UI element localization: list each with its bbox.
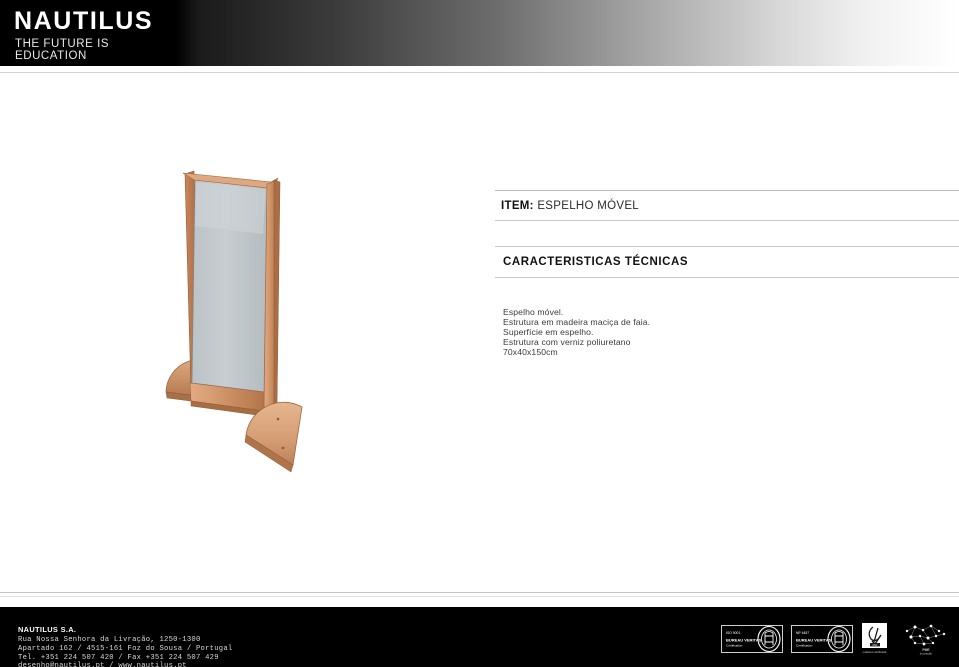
- section-bottom-divider: [495, 277, 959, 278]
- cert-code-text: NP 4457: [796, 631, 809, 635]
- cert-madeira-certificada: FSC madeira certificada: [861, 622, 891, 656]
- cert-code-text: ISO 9001: [726, 631, 740, 635]
- cert-sub-text: Certification: [796, 644, 813, 648]
- bureau-veritas-seal-icon: [827, 625, 851, 653]
- brand-logo-block: NAUTILUS THE FUTURE IS EDUCATION: [0, 0, 176, 66]
- header-divider: [0, 72, 959, 73]
- cert-pme-inovacao: PME inovação: [899, 622, 951, 656]
- technical-description: Espelho móvel. Estrutura em madeira maci…: [495, 307, 959, 357]
- cert-sub-text: madeira certificada: [863, 650, 887, 654]
- page-footer: NAUTILUS S.A. Rua Nossa Senhora da Livra…: [0, 607, 959, 667]
- footer-address-block: Rua Nossa Senhora da Livração, 1250-1300…: [18, 636, 232, 667]
- bureau-veritas-seal-icon: [757, 625, 781, 653]
- cert-iso-9001-bureau-veritas: ISO 9001 BUREAU VERITAS Certification: [721, 625, 783, 653]
- footer-address-line: Apartado 162 / 4515-161 Foz do Sousa / P…: [18, 644, 233, 653]
- description-line: Estrutura com verniz poliuretano: [503, 337, 631, 348]
- item-row: ITEM: ESPELHO MÓVEL: [495, 191, 959, 220]
- certification-logos: ISO 9001 BUREAU VERITAS Certification NP…: [721, 619, 951, 659]
- section-title: CARACTERISTICAS TÉCNICAS: [503, 256, 689, 268]
- cert-org-text: BUREAU VERITAS: [796, 638, 832, 643]
- description-line: Espelho móvel.: [503, 307, 564, 317]
- brand-name: NAUTILUS: [14, 7, 154, 35]
- panel-spacer: [495, 221, 959, 246]
- cert-sub-text: inovação: [920, 652, 933, 656]
- item-label: ITEM:: [501, 200, 534, 212]
- cert-org-text: BUREAU VERITAS: [726, 638, 762, 643]
- footer-contact-line: Tel. +351 224 507 420 / Fax +351 224 507…: [18, 653, 219, 662]
- description-line: Estrutura em madeira maciça de faia.: [503, 317, 651, 328]
- mirror-frame-right-post: [263, 179, 281, 412]
- mirror-glass: [191, 179, 268, 393]
- footer-company-name: NAUTILUS S.A.: [18, 625, 77, 634]
- product-datasheet-page: NAUTILUS THE FUTURE IS EDUCATION ITEM: E…: [0, 0, 959, 667]
- description-line: 70x40x150cm: [503, 347, 558, 358]
- cert-sub-text: Certification: [726, 644, 743, 648]
- brand-tagline: THE FUTURE IS EDUCATION: [15, 38, 110, 62]
- page-header: NAUTILUS THE FUTURE IS EDUCATION: [0, 0, 959, 66]
- mirror-illustration: [165, 170, 303, 473]
- product-image: [150, 160, 315, 480]
- footer-divider-bottom: [0, 596, 959, 597]
- description-line: Superfície em espelho.: [503, 327, 594, 338]
- item-value: ESPELHO MÓVEL: [537, 200, 639, 212]
- specification-panel: ITEM: ESPELHO MÓVEL CARACTERISTICAS TÉCN…: [495, 190, 959, 357]
- network-constellation-icon: [905, 624, 946, 646]
- cert-mark-text: FSC: [873, 644, 878, 647]
- footer-divider-top: [0, 592, 959, 593]
- footer-email-web-line: desenho@nautilus.pt / www.nautilus.pt: [18, 662, 187, 667]
- cert-np-4457-bureau-veritas: NP 4457 BUREAU VERITAS Certification: [791, 625, 853, 653]
- footer-address-line: Rua Nossa Senhora da Livração, 1250-1300: [18, 636, 201, 644]
